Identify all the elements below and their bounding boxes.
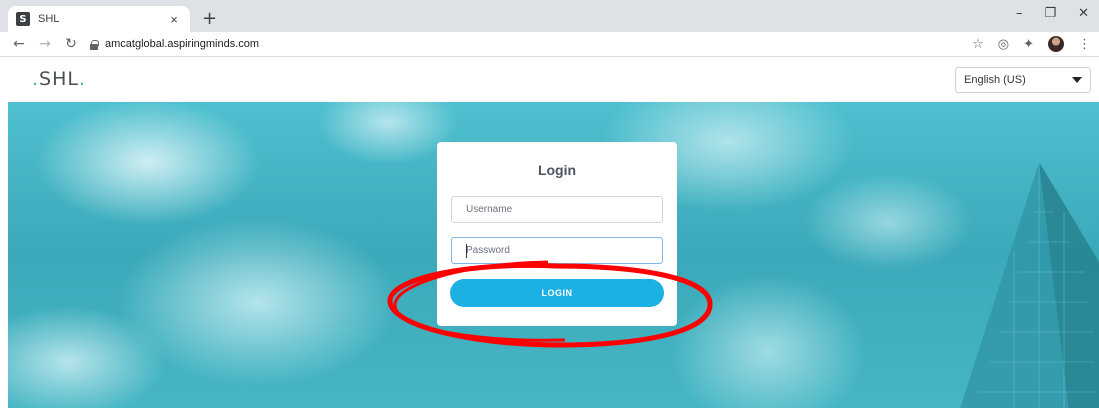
login-title: Login — [537, 162, 577, 178]
restore-icon[interactable]: ❐ — [1044, 6, 1056, 21]
shl-favicon-icon: S — [16, 12, 30, 26]
site-header: .SHL. English (US) — [0, 58, 1099, 102]
skyscraper-image — [960, 162, 1099, 408]
browser-menu-icon[interactable]: ⋮ — [1078, 37, 1091, 52]
camera-icon[interactable]: ◎ — [998, 37, 1009, 52]
back-arrow-icon[interactable]: ← — [12, 36, 26, 52]
browser-toolbar-icons: ☆ ◎ ✦ ⋮ — [972, 36, 1091, 52]
dropdown-caret-icon — [1072, 77, 1082, 83]
login-card: Login LOGIN — [437, 142, 677, 326]
browser-tab[interactable]: S SHL × — [8, 6, 190, 32]
language-selected-value: English (US) — [964, 74, 1026, 86]
browser-tab-bar: S SHL × + – ❐ ✕ — [0, 0, 1099, 32]
window-controls: – ❐ ✕ — [1016, 6, 1089, 21]
address-bar: ← → ↻ amcatglobal.aspiringminds.com ☆ ◎ … — [0, 32, 1099, 57]
tab-close-icon[interactable]: × — [166, 12, 182, 27]
close-window-icon[interactable]: ✕ — [1078, 6, 1089, 21]
url-text: amcatglobal.aspiringminds.com — [105, 38, 260, 50]
extensions-puzzle-icon[interactable]: ✦ — [1023, 37, 1034, 52]
text-cursor — [466, 244, 467, 258]
lock-icon — [90, 39, 99, 50]
login-button[interactable]: LOGIN — [450, 279, 664, 307]
language-select[interactable]: English (US) — [955, 67, 1091, 93]
minimize-icon[interactable]: – — [1016, 6, 1023, 21]
tab-title: SHL — [38, 13, 60, 25]
bookmark-star-icon[interactable]: ☆ — [972, 37, 984, 52]
password-input[interactable] — [451, 237, 663, 264]
username-input[interactable] — [451, 196, 663, 223]
profile-avatar[interactable] — [1048, 36, 1064, 52]
shl-logo[interactable]: .SHL. — [32, 68, 86, 90]
reload-icon[interactable]: ↻ — [64, 36, 78, 52]
new-tab-icon[interactable]: + — [202, 8, 217, 29]
url-field[interactable]: amcatglobal.aspiringminds.com — [90, 38, 259, 50]
forward-arrow-icon[interactable]: → — [38, 36, 52, 52]
